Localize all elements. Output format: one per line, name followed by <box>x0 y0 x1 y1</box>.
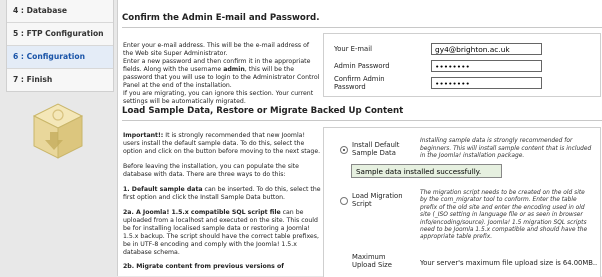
email-label: Your E-mail <box>334 45 372 53</box>
load-migration-label: Load Migration Script <box>352 192 403 208</box>
email-input[interactable]: gy4@brighton.ac.uk <box>431 43 542 55</box>
step-configuration[interactable]: 6 : Configuration <box>7 46 113 69</box>
password-input[interactable]: •••••••• <box>431 60 542 72</box>
option2b-text: 2b. Migrate content from previous versio… <box>123 263 284 270</box>
before-leaving-text: Before leaving the installation, you can… <box>123 163 299 178</box>
option2a-text: 2a. A Joomla! 1.5.x compatible SQL scrip… <box>123 209 319 256</box>
sample-installed-status: Sample data installed successfully. <box>351 164 502 178</box>
install-box-icon <box>32 103 84 159</box>
main-content: Confirm the Admin E-mail and Password. E… <box>117 0 602 277</box>
admin-para-email: Enter your e-mail address. This will be … <box>123 42 310 57</box>
step-finish[interactable]: 7 : Finish <box>7 69 113 91</box>
install-default-description: Installing sample data is strongly recom… <box>420 138 592 159</box>
steps-list: 4 : Database 5 : FTP Configuration 6 : C… <box>6 0 114 92</box>
admin-para-migrate: If you are migrating, you can ignore thi… <box>123 90 314 105</box>
divider <box>122 27 602 28</box>
step-ftp-configuration[interactable]: 5 : FTP Configuration <box>7 23 113 46</box>
divider <box>122 120 602 121</box>
sample-section-title: Load Sample Data, Restore or Migrate Bac… <box>122 106 404 116</box>
sample-intro-text: Important!: It is strongly recommended t… <box>123 132 321 271</box>
admin-section-title: Confirm the Admin E-mail and Password. <box>122 13 320 23</box>
important-note: Important!: It is strongly recommended t… <box>123 132 321 155</box>
sidebar: 4 : Database 5 : FTP Configuration 6 : C… <box>0 0 117 276</box>
admin-para-password: Enter a new password and then confirm it… <box>123 58 320 89</box>
max-upload-label: Maximum Upload Size <box>352 253 392 269</box>
option1-text: 1. Default sample data can be inserted. … <box>123 186 321 201</box>
password-label: Admin Password <box>334 62 390 70</box>
install-default-radio[interactable] <box>340 146 348 154</box>
migration-description: The migration script needs to be created… <box>420 190 588 241</box>
admin-intro-text: Enter your e-mail address. This will be … <box>123 42 321 106</box>
step-database[interactable]: 4 : Database <box>7 0 113 23</box>
confirm-password-input[interactable]: •••••••• <box>431 77 542 89</box>
max-upload-value: Your server's maximum file upload size i… <box>420 259 598 267</box>
install-default-label: Install Default Sample Data <box>352 141 400 157</box>
confirm-password-label: Confirm Admin Password <box>334 75 385 91</box>
load-migration-radio[interactable] <box>340 197 348 205</box>
